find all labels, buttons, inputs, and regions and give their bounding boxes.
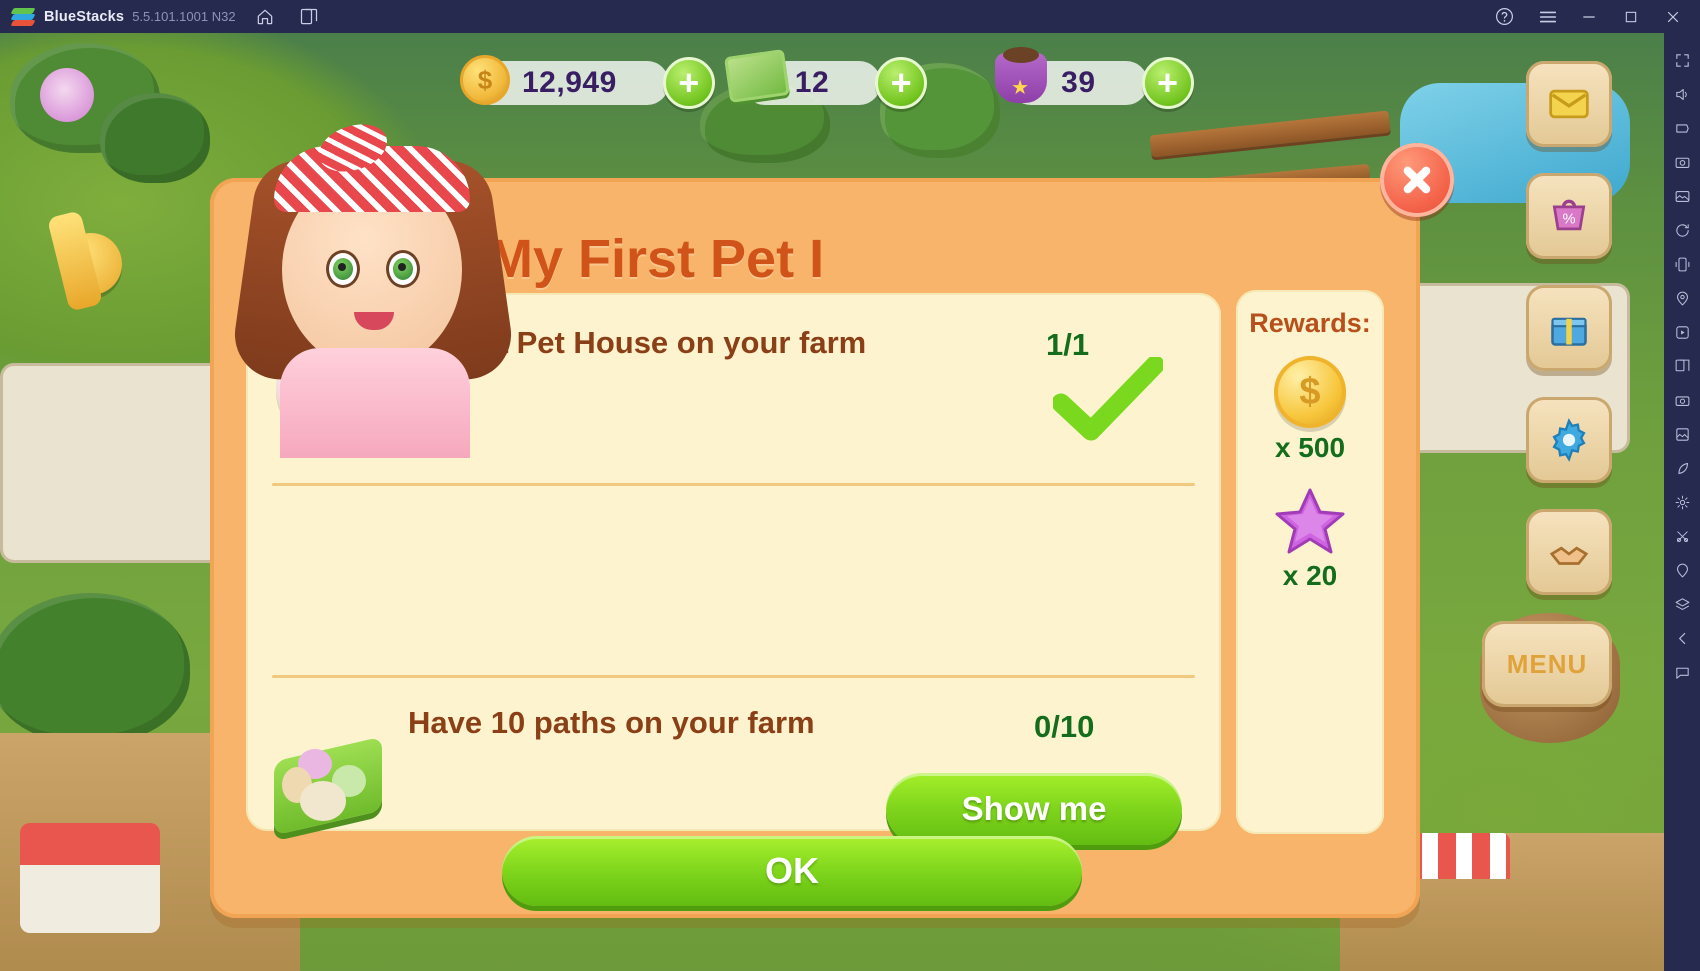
task-divider (272, 675, 1195, 678)
add-coins-button[interactable]: + (662, 57, 715, 109)
avatar-bow (312, 116, 394, 180)
quest-dialog: My First Pet I Have a Pet House on your … (210, 116, 1454, 918)
svg-text:%: % (1562, 211, 1575, 227)
reward-amount: x 500 (1274, 432, 1346, 463)
cash-stack-icon (723, 49, 790, 103)
bluestacks-logo-icon (10, 6, 36, 28)
keyboard-mapping-icon[interactable] (1664, 111, 1700, 145)
chat-icon[interactable] (1664, 655, 1700, 689)
fullscreen-icon[interactable] (1664, 43, 1700, 77)
location-icon[interactable] (1664, 281, 1700, 315)
hamburger-menu-icon[interactable] (1528, 2, 1568, 32)
decor-bush (0, 593, 190, 743)
ok-button[interactable]: OK (502, 836, 1082, 906)
maximize-button[interactable] (1610, 0, 1652, 33)
multi-instance-icon[interactable] (294, 2, 324, 32)
add-cash-button[interactable]: + (875, 57, 928, 109)
currency-cash: 12 + (723, 49, 928, 109)
coins-value: 12,949 (522, 66, 617, 99)
show-me-button[interactable]: Show me (886, 773, 1182, 845)
task-row: Have 10 paths on your farm 0/10 Show me (246, 483, 1221, 845)
titlebar-right-controls (1480, 0, 1700, 33)
trim-icon[interactable] (1664, 519, 1700, 553)
rotate-icon[interactable] (1664, 213, 1700, 247)
eco-mode-icon[interactable] (1664, 451, 1700, 485)
screenshot-icon[interactable] (1664, 145, 1700, 179)
gallery-icon[interactable] (1664, 417, 1700, 451)
shake-icon[interactable] (1664, 247, 1700, 281)
pin-icon[interactable] (1664, 553, 1700, 587)
reward-item: $ x 500 (1236, 356, 1384, 464)
avatar-eye-right (386, 250, 420, 288)
stars-pill: ★ 39 (995, 47, 1148, 105)
game-button-friends[interactable] (1526, 509, 1612, 595)
add-stars-button[interactable]: + (1141, 57, 1194, 109)
gold-coin-icon: $ (1274, 356, 1346, 428)
currency-stars: ★ 39 + (995, 47, 1194, 109)
game-button-mail[interactable] (1526, 61, 1612, 147)
purple-star-icon (1273, 486, 1347, 556)
titlebar: BlueStacks 5.5.101.1001 N32 (0, 0, 1700, 33)
media-manager-icon[interactable] (1664, 179, 1700, 213)
minimize-button[interactable] (1568, 0, 1610, 33)
settings-icon[interactable] (1664, 485, 1700, 519)
pet-house-icon (276, 335, 384, 439)
cash-value: 12 (794, 66, 830, 99)
macro-icon[interactable] (1664, 315, 1700, 349)
page-title: My First Pet I (488, 229, 825, 289)
game-button-settings[interactable] (1526, 397, 1612, 483)
back-icon[interactable] (1664, 621, 1700, 655)
reward-amount: x 20 (1282, 560, 1338, 591)
game-button-shop[interactable]: % (1526, 173, 1612, 259)
coins-pill: $ 12,949 (460, 55, 669, 105)
cash-pill: 12 (723, 49, 882, 105)
dialog-close-button[interactable] (1380, 143, 1454, 217)
task-list: Have a Pet House on your farm 1/1 Have 1… (246, 293, 1221, 845)
app-version: 5.5.101.1001 N32 (132, 9, 236, 24)
avatar-bandana (274, 146, 470, 212)
path-tile-icon (270, 733, 388, 836)
layers-icon[interactable] (1664, 587, 1700, 621)
task-label: Have a Pet House on your farm (408, 325, 867, 360)
game-button-menu[interactable]: MENU (1482, 621, 1612, 707)
help-icon[interactable] (1484, 2, 1524, 32)
currency-hud: $ 12,949 + 12 + ★ 39 + (460, 47, 1202, 109)
camera-icon[interactable] (1664, 383, 1700, 417)
screen: % MENU $ 12,949 + 12 + ★ 39 + My First P… (0, 0, 1700, 971)
decor-bush (100, 93, 210, 183)
decor-flower (40, 68, 94, 122)
star-glyph-icon: ★ (1011, 77, 1030, 99)
task-counter: 0/10 (1034, 709, 1095, 744)
game-button-gift[interactable] (1526, 285, 1612, 371)
app-name: BlueStacks (44, 8, 125, 25)
avatar-eye-left (326, 250, 360, 288)
currency-coins: $ 12,949 + (460, 55, 715, 109)
rewards-title: Rewards: (1249, 308, 1371, 338)
decor-fence (1149, 110, 1391, 158)
task-row: Have a Pet House on your farm 1/1 (246, 293, 1221, 483)
home-icon[interactable] (250, 2, 280, 32)
rewards-panel: Rewards: $ x 500 x 20 (1236, 290, 1384, 834)
bluestacks-sidebar (1664, 33, 1700, 971)
task-label: Have 10 paths on your farm (408, 705, 815, 740)
green-checkmark-icon (1053, 357, 1163, 441)
gold-coin-icon: $ (460, 55, 510, 105)
stars-value: 39 (1061, 66, 1096, 99)
volume-icon[interactable] (1664, 77, 1700, 111)
decor-barn (20, 823, 160, 933)
close-window-button[interactable] (1652, 0, 1694, 33)
multi-instance-sync-icon[interactable] (1664, 349, 1700, 383)
game-viewport[interactable]: % MENU $ 12,949 + 12 + ★ 39 + My First P… (0, 33, 1664, 971)
star-bag-icon: ★ (995, 47, 1048, 103)
reward-item: x 20 (1236, 486, 1384, 592)
